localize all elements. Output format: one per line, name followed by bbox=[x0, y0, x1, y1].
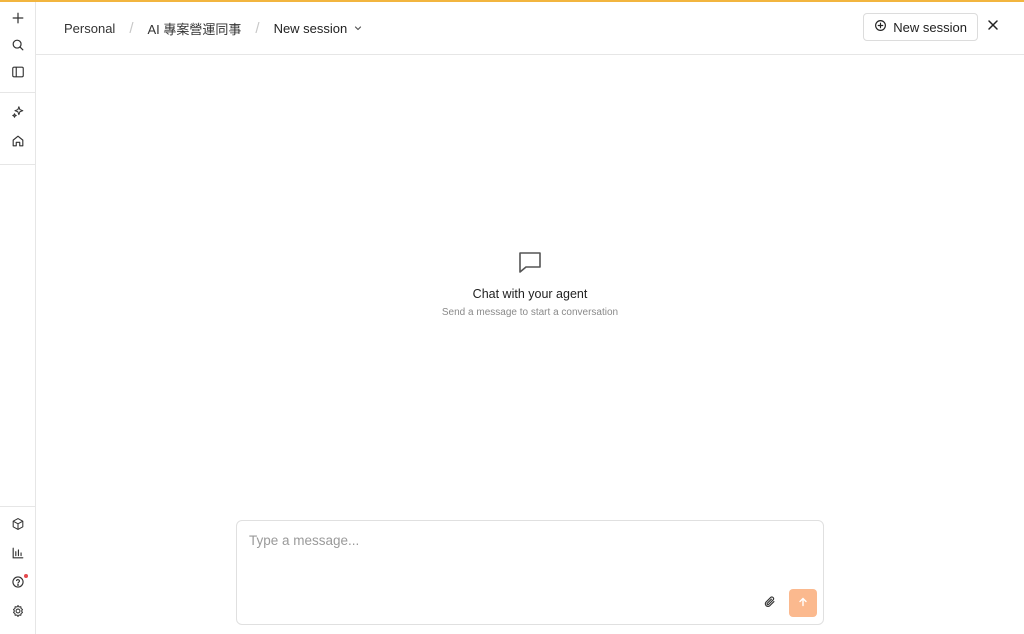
attach-button[interactable] bbox=[761, 595, 779, 613]
package-icon bbox=[11, 517, 25, 536]
search-icon bbox=[11, 38, 25, 57]
paperclip-icon bbox=[763, 595, 777, 614]
breadcrumb-workspace[interactable]: Personal bbox=[64, 21, 115, 36]
gear-icon bbox=[11, 604, 25, 623]
rail-divider bbox=[0, 506, 35, 507]
plus-icon bbox=[11, 11, 25, 30]
close-button[interactable] bbox=[984, 18, 1002, 36]
breadcrumb-agent[interactable]: AI 專案營運同事 bbox=[147, 19, 241, 38]
chat-bubble-icon bbox=[516, 248, 544, 281]
close-icon bbox=[987, 18, 999, 36]
empty-state: Chat with your agent Send a message to s… bbox=[36, 248, 1024, 318]
message-composer bbox=[236, 520, 824, 625]
sparkles-icon bbox=[11, 105, 25, 124]
message-input[interactable] bbox=[249, 533, 809, 593]
send-button[interactable] bbox=[789, 589, 817, 617]
sidebar-toggle-icon bbox=[11, 65, 25, 84]
notification-dot bbox=[24, 574, 28, 578]
breadcrumb-separator: / bbox=[129, 19, 134, 37]
help-button[interactable] bbox=[7, 573, 29, 595]
sidebar-toggle-button[interactable] bbox=[7, 63, 29, 85]
left-rail bbox=[0, 2, 36, 634]
rail-divider bbox=[0, 164, 35, 165]
ai-button[interactable] bbox=[7, 103, 29, 125]
search-button[interactable] bbox=[7, 36, 29, 58]
new-session-label: New session bbox=[893, 19, 967, 35]
session-selector[interactable]: New session bbox=[274, 21, 364, 36]
empty-state-subtitle: Send a message to start a conversation bbox=[441, 307, 619, 318]
breadcrumb-separator: / bbox=[255, 19, 260, 37]
settings-button[interactable] bbox=[7, 602, 29, 624]
home-icon bbox=[11, 134, 25, 153]
arrow-up-icon bbox=[798, 594, 808, 612]
packages-button[interactable] bbox=[7, 515, 29, 537]
new-button[interactable] bbox=[7, 9, 29, 31]
breadcrumb: Personal / AI 專案營運同事 / New session bbox=[64, 19, 363, 38]
new-session-button[interactable]: New session bbox=[863, 13, 978, 41]
plus-circle-icon bbox=[874, 19, 887, 35]
chevron-down-icon bbox=[353, 21, 363, 36]
help-icon bbox=[11, 575, 25, 594]
analytics-button[interactable] bbox=[7, 544, 29, 566]
session-selector-label: New session bbox=[273, 20, 348, 36]
rail-divider bbox=[0, 92, 35, 93]
header-bar: Personal / AI 專案營運同事 / New session New s… bbox=[36, 2, 1024, 55]
bar-chart-icon bbox=[11, 546, 25, 565]
empty-state-title: Chat with your agent bbox=[472, 287, 588, 301]
home-button[interactable] bbox=[7, 132, 29, 154]
